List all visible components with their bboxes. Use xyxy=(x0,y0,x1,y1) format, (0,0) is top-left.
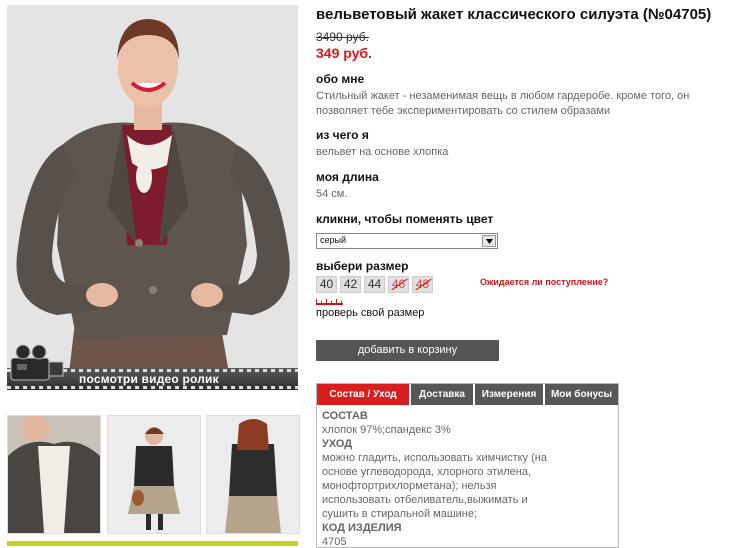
chevron-down-icon[interactable] xyxy=(482,235,496,247)
main-product-photo[interactable]: посмотри видео ролик xyxy=(7,5,298,390)
tab-measurements[interactable]: Измерения xyxy=(475,384,543,405)
material-text: вельвет на основе хлопка xyxy=(316,146,449,158)
info-tabs-panel: Состав / Уход Доставка Измерения Мои бон… xyxy=(316,383,619,548)
size-heading: выбери размер xyxy=(316,259,409,273)
add-to-cart-button[interactable]: добавить в корзину xyxy=(316,340,499,361)
old-price: 3490 руб. xyxy=(316,30,369,44)
composition-heading: СОСТАВ xyxy=(322,410,368,422)
new-price: 349 руб. xyxy=(316,45,372,61)
color-heading: кликни, чтобы поменять цвет xyxy=(316,212,494,226)
length-heading: моя длина xyxy=(316,170,379,184)
promo-bar xyxy=(7,541,298,546)
size-option-40[interactable]: 40 xyxy=(316,276,337,293)
size-option-44[interactable]: 44 xyxy=(364,276,385,293)
thumbnail-1[interactable] xyxy=(7,415,101,534)
code-heading: КОД ИЗДЕЛИЯ xyxy=(322,522,402,534)
watch-video-link[interactable]: посмотри видео ролик xyxy=(79,372,219,386)
size-options: 40 42 44 46 48 xyxy=(316,276,433,293)
thumbnail-3-image xyxy=(207,416,299,533)
check-size-link[interactable]: проверь свой размер xyxy=(316,307,424,319)
length-text: 54 см. xyxy=(316,188,348,200)
size-option-46[interactable]: 46 xyxy=(388,276,409,293)
tab-content: СОСТАВ хлопок 97%;спандекс 3% УХОД можно… xyxy=(317,405,618,548)
tab-composition-care[interactable]: Состав / Уход xyxy=(317,384,409,405)
composition-text: хлопок 97%;спандекс 3% xyxy=(322,424,451,436)
care-heading: УХОД xyxy=(322,438,353,450)
thumbnail-1-image xyxy=(8,416,100,533)
thumbnail-2-image xyxy=(108,416,200,533)
care-text: можно гладить, использовать химчистку (н… xyxy=(322,452,547,520)
about-heading: обо мне xyxy=(316,72,365,86)
material-heading: из чего я xyxy=(316,128,369,142)
model-photo-illustration xyxy=(7,5,298,390)
ruler-icon xyxy=(316,299,343,305)
thumbnail-3[interactable] xyxy=(206,415,300,534)
tab-bonuses[interactable]: Мои бонусы xyxy=(545,384,618,405)
color-select-value: серый xyxy=(320,235,347,245)
video-camera-icon[interactable] xyxy=(9,340,69,390)
tab-delivery[interactable]: Доставка xyxy=(411,384,473,405)
video-strip[interactable]: посмотри видео ролик xyxy=(7,344,298,390)
code-text: 4705 xyxy=(322,536,347,548)
thumbnail-2[interactable] xyxy=(107,415,201,534)
availability-link[interactable]: Ожидается ли поступление? xyxy=(480,277,608,287)
size-option-48[interactable]: 48 xyxy=(412,276,433,293)
about-text: Стильный жакет - незаменимая вещь в любо… xyxy=(316,90,690,117)
color-select[interactable]: серый xyxy=(316,233,498,249)
size-option-42[interactable]: 42 xyxy=(340,276,361,293)
product-title: вельветовый жакет классического силуэта … xyxy=(316,6,712,23)
tab-bar: Состав / Уход Доставка Измерения Мои бон… xyxy=(317,384,618,405)
